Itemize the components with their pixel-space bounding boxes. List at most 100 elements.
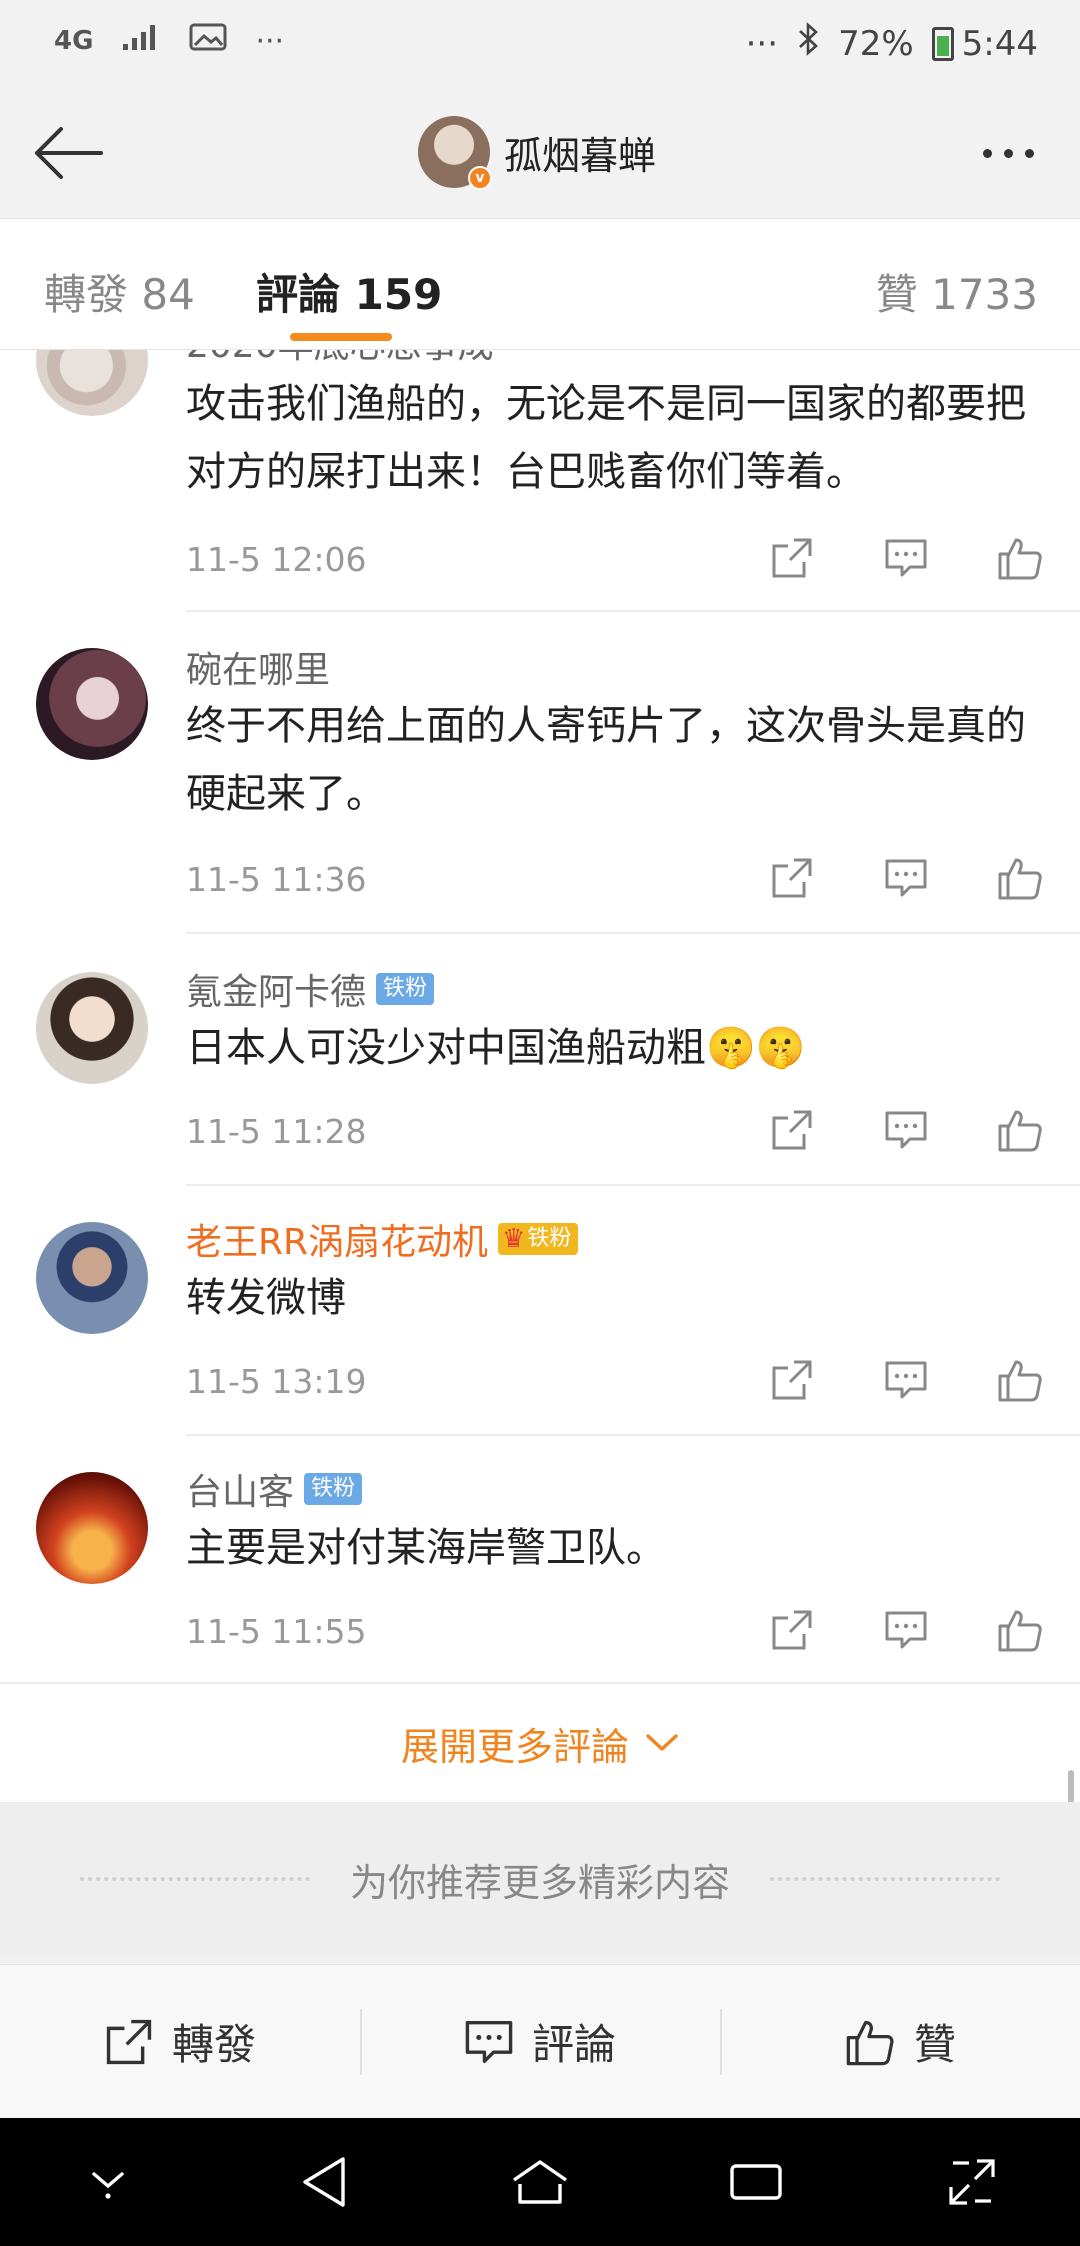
comment-time: 11-5 11:55: [186, 1612, 367, 1651]
share-button[interactable]: [764, 1602, 820, 1658]
comment-text: 转发微博: [186, 1275, 346, 1321]
avatar[interactable]: v: [418, 116, 492, 190]
dotted-line: [770, 1877, 1000, 1881]
comment-text: 终于不用给上面的人寄钙片了，这次骨头是真的硬起来了。: [186, 703, 1026, 817]
comment-username-text: 老王RR涡扇花动机: [186, 1222, 489, 1263]
comment-time: 11-5 11:36: [186, 860, 367, 899]
like-button[interactable]: [992, 850, 1048, 906]
like-button[interactable]: [992, 1602, 1048, 1658]
share-button[interactable]: [764, 850, 820, 906]
avatar[interactable]: [36, 648, 148, 760]
recommend-divider: 为你推荐更多精彩内容: [0, 1802, 1080, 1956]
scrollbar[interactable]: [1068, 1770, 1074, 1804]
comment-text: 攻击我们渔船的，无论是不是同一国家的都要把对方的屎打出来！台巴贱畜你们等着。: [186, 381, 1026, 495]
reply-button[interactable]: [878, 530, 934, 586]
comment-list: 2020年底心想事成 攻击我们渔船的，无论是不是同一国家的都要把对方的屎打出来！…: [0, 350, 1080, 1682]
share-icon: [772, 1610, 812, 1650]
dot-icon: [1003, 148, 1013, 158]
like-button[interactable]: [992, 1352, 1048, 1408]
avatar[interactable]: [36, 1472, 148, 1584]
back-arrow-icon: [35, 127, 103, 179]
share-button[interactable]: [764, 1102, 820, 1158]
thumbs-up-icon: [998, 538, 1042, 580]
comment-text: 日本人可没少对中国渔船动粗🤫🤫: [186, 1025, 806, 1071]
tab-likes[interactable]: 贊 1733: [876, 261, 1038, 322]
recommend-label: 为你推荐更多精彩内容: [349, 1860, 730, 1905]
comment-username[interactable]: 碗在哪里: [186, 642, 1044, 692]
divider: [186, 932, 1080, 934]
like-button[interactable]: [992, 1102, 1048, 1158]
battery-percent: 72%: [838, 23, 914, 64]
fan-badge: 铁粉: [376, 973, 435, 1005]
divider: [186, 1434, 1080, 1436]
recents-icon: [730, 2164, 782, 2200]
back-triangle-icon: [303, 2157, 345, 2207]
vip-fan-badge: ♛ 铁粉: [498, 1223, 579, 1255]
nav-back-button[interactable]: [279, 2137, 369, 2227]
avatar[interactable]: [36, 1222, 148, 1334]
share-icon: [772, 538, 812, 578]
nav-recents-button[interactable]: [711, 2137, 801, 2227]
avatar[interactable]: [36, 972, 148, 1084]
hide-keyboard-button[interactable]: [63, 2137, 153, 2227]
nav-home-button[interactable]: [495, 2137, 585, 2227]
thumbs-up-icon: [998, 1110, 1042, 1152]
comment-icon: [885, 1111, 927, 1149]
status-more-right: ···: [745, 23, 779, 64]
fan-badge-label: 铁粉: [527, 1226, 572, 1251]
share-icon: [772, 1360, 812, 1400]
more-options-button[interactable]: [968, 126, 1048, 180]
home-icon: [513, 2160, 567, 2204]
crown-icon: ♛: [502, 1224, 526, 1254]
author-header[interactable]: v 孤烟暮蝉: [418, 116, 657, 190]
share-button[interactable]: [764, 1352, 820, 1408]
comment-button[interactable]: 評論: [360, 1965, 720, 2118]
clock: 5:44: [961, 23, 1038, 64]
status-more: ···: [255, 23, 285, 59]
reply-button[interactable]: [878, 850, 934, 906]
status-bar: 4G ··· ··· 72% 5:44: [0, 0, 1080, 90]
dot-icon: [982, 148, 992, 158]
bluetooth-icon: [796, 22, 820, 65]
comment-text: 主要是对付某海岸警卫队。: [186, 1525, 666, 1571]
share-button[interactable]: [764, 530, 820, 586]
network-indicator: 4G: [54, 26, 94, 56]
active-tab-indicator: [290, 333, 392, 341]
title-bar: v 孤烟暮蝉: [0, 90, 1080, 218]
comment-username-text: 氪金阿卡德: [186, 972, 367, 1013]
comment-username[interactable]: 2020年底心想事成: [186, 350, 1044, 364]
system-navigation-bar: [0, 2118, 1080, 2246]
like-button[interactable]: 贊: [720, 1965, 1080, 2118]
nav-fullscreen-button[interactable]: [927, 2137, 1017, 2227]
comment-username[interactable]: 氪金阿卡德 铁粉: [186, 964, 1044, 1014]
share-icon: [772, 1110, 812, 1150]
avatar[interactable]: [36, 350, 148, 416]
like-button[interactable]: [992, 530, 1048, 586]
reply-button[interactable]: [878, 1352, 934, 1408]
like-label: 贊: [913, 2020, 956, 2069]
tab-comments[interactable]: 評論 159: [256, 261, 442, 322]
back-button[interactable]: [28, 120, 108, 186]
share-icon: [106, 2019, 152, 2064]
reply-button[interactable]: [878, 1602, 934, 1658]
comment-label: 評論: [531, 2020, 616, 2069]
comment-username-text: 台山客: [186, 1472, 295, 1513]
comment-icon: [885, 1361, 927, 1399]
repost-button[interactable]: 轉發: [0, 1965, 360, 2118]
reply-button[interactable]: [878, 1102, 934, 1158]
comment-username[interactable]: 老王RR涡扇花动机 ♛ 铁粉: [186, 1214, 1044, 1264]
dotted-line: [79, 1877, 310, 1881]
chevron-down-icon: [646, 1734, 678, 1751]
expand-more-comments-button[interactable]: 展開更多評論: [0, 1682, 1080, 1802]
bottom-action-bar: 轉發 評論 贊: [0, 1964, 1080, 2118]
divider: [186, 610, 1080, 612]
comment-icon: [465, 2020, 513, 2063]
repost-label: 轉發: [171, 2020, 256, 2069]
comment-time: 11-5 11:28: [186, 1112, 367, 1151]
dot-icon: [1024, 148, 1034, 158]
signal-icon: [121, 22, 161, 60]
author-name: 孤烟暮蝉: [504, 133, 657, 178]
comment-username[interactable]: 台山客 铁粉: [186, 1464, 1044, 1514]
tab-repost[interactable]: 轉發 84: [44, 261, 195, 322]
comment-time: 11-5 12:06: [186, 540, 367, 579]
